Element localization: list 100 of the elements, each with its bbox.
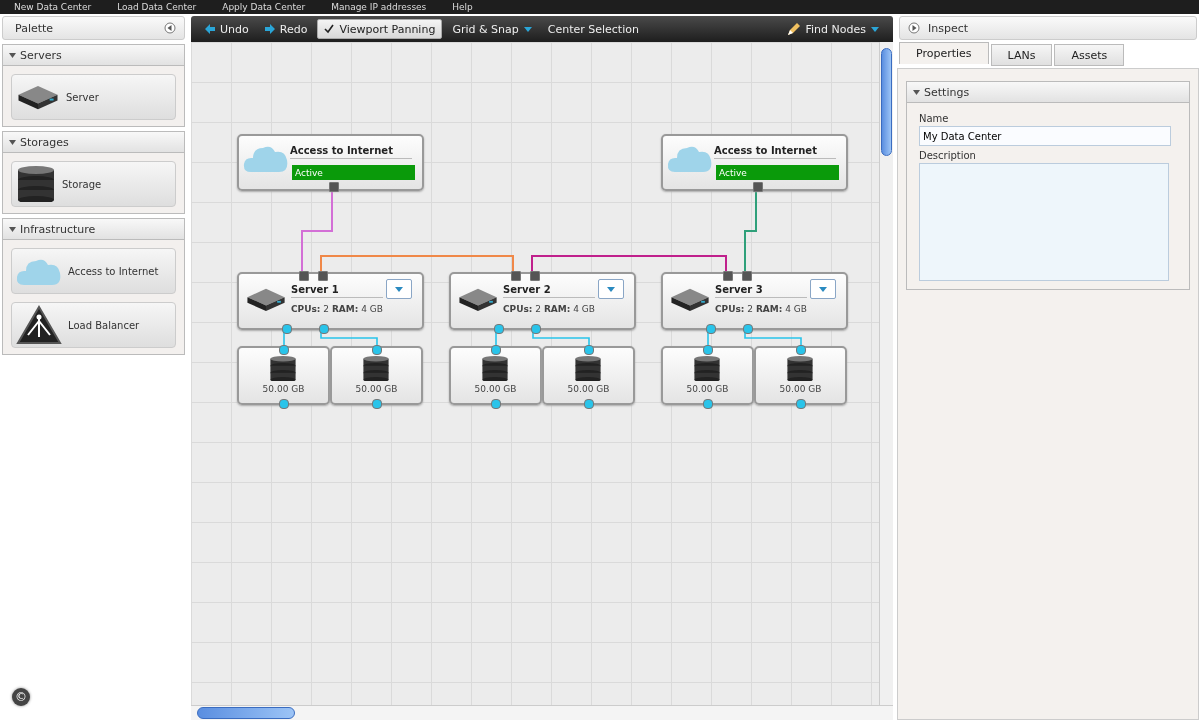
vertical-scrollbar[interactable] <box>879 42 893 705</box>
port-icon[interactable] <box>796 399 806 409</box>
section-header[interactable]: Storages <box>3 132 184 153</box>
section-header[interactable]: Servers <box>3 45 184 66</box>
right-arrow-icon <box>264 24 275 34</box>
storage-icon <box>269 356 297 382</box>
tab[interactable]: Assets <box>1054 44 1125 66</box>
check-icon <box>324 24 335 34</box>
port-icon[interactable] <box>279 399 289 409</box>
panel-title: Inspect <box>928 21 969 35</box>
horizontal-scrollbar[interactable] <box>191 705 893 720</box>
port-icon[interactable] <box>584 345 594 355</box>
internet-node[interactable]: Access to Internet Active <box>237 134 424 191</box>
field-label: Description <box>919 150 977 161</box>
port-icon[interactable] <box>703 345 713 355</box>
section-header[interactable]: Settings <box>907 82 1189 103</box>
storage-icon <box>362 356 390 382</box>
storage-size: 50.00 GB <box>778 384 823 394</box>
storage-icon <box>786 356 814 382</box>
expand-icon[interactable] <box>908 22 920 34</box>
port-icon[interactable] <box>796 345 806 355</box>
expand-icon <box>9 52 16 58</box>
menu-item[interactable]: Manage IP addresses <box>331 2 427 12</box>
toolbar-button[interactable]: Viewport Panning <box>317 19 443 39</box>
warning-arrows-icon <box>16 305 62 345</box>
storage-icon <box>16 166 56 202</box>
port-icon[interactable] <box>491 345 501 355</box>
storage-size: 50.00 GB <box>354 384 399 394</box>
port-icon[interactable] <box>491 399 501 409</box>
caret-icon <box>871 26 879 32</box>
caret-icon <box>819 286 827 292</box>
node-title: Access to Internet <box>714 145 836 159</box>
tab[interactable]: Properties <box>899 42 989 64</box>
port-icon[interactable] <box>319 324 329 334</box>
caret-icon <box>523 26 532 32</box>
section-title: Infrastructure <box>20 222 96 236</box>
port-icon[interactable] <box>329 182 339 192</box>
toolbar-button[interactable]: Find Nodes <box>780 19 885 39</box>
port-icon[interactable] <box>494 324 504 334</box>
server-specs: CPUs: 2 RAM: 4 GB <box>291 304 383 314</box>
port-icon[interactable] <box>279 345 289 355</box>
section-title: Servers <box>20 48 62 62</box>
palette-item[interactable]: Access to Internet <box>11 248 176 294</box>
toolbar-button[interactable]: Center Selection <box>541 19 645 39</box>
status-bar: Active <box>716 165 839 180</box>
status-bar: Active <box>292 165 415 180</box>
port-icon[interactable] <box>372 345 382 355</box>
port-icon[interactable] <box>584 399 594 409</box>
section-header[interactable]: Infrastructure <box>3 219 184 240</box>
expand-icon <box>9 139 16 145</box>
palette-item[interactable]: Storage <box>11 161 176 207</box>
storage-icon <box>693 356 721 382</box>
name-field[interactable]: My Data Center <box>919 126 1171 146</box>
section-title: Settings <box>924 85 970 99</box>
port-icon[interactable] <box>706 324 716 334</box>
storage-size: 50.00 GB <box>261 384 306 394</box>
port-icon[interactable] <box>753 182 763 192</box>
port-icon[interactable] <box>282 324 292 334</box>
panel-title: Palette <box>15 21 54 35</box>
caret-icon <box>607 286 615 292</box>
toolbar-button[interactable]: Grid & Snap <box>446 19 538 39</box>
section-title: Storages <box>20 135 69 149</box>
toolbar-button[interactable]: Undo <box>199 19 255 39</box>
storage-size: 50.00 GB <box>473 384 518 394</box>
server-icon <box>245 286 287 313</box>
port-icon[interactable] <box>703 399 713 409</box>
copyright-badge: © <box>12 688 30 706</box>
port-icon[interactable] <box>531 324 541 334</box>
caret-icon <box>395 286 403 292</box>
storage-size: 50.00 GB <box>685 384 730 394</box>
expand-icon <box>9 226 16 232</box>
server-specs: CPUs: 2 RAM: 4 GB <box>503 304 595 314</box>
palette-item[interactable]: Load Balancer <box>11 302 176 348</box>
dropdown-button[interactable] <box>810 279 836 299</box>
internet-node[interactable]: Access to Internet Active <box>661 134 848 191</box>
dropdown-button[interactable] <box>386 279 412 299</box>
node-title: Access to Internet <box>290 145 412 159</box>
menu-item[interactable]: Load Data Center <box>117 2 197 12</box>
node-title: Server 2 <box>503 284 595 298</box>
server-icon <box>669 286 711 313</box>
menu-item[interactable]: Apply Data Center <box>222 2 306 12</box>
server-icon <box>457 286 499 313</box>
description-field[interactable] <box>919 163 1169 281</box>
palette-item[interactable]: Server <box>11 74 176 120</box>
server-specs: CPUs: 2 RAM: 4 GB <box>715 304 807 314</box>
storage-icon <box>481 356 509 382</box>
port-icon[interactable] <box>743 324 753 334</box>
collapse-icon[interactable] <box>164 22 176 34</box>
left-arrow-icon <box>205 24 215 34</box>
field-label: Name <box>919 113 950 124</box>
tab[interactable]: LANs <box>990 44 1053 66</box>
server-icon <box>16 83 60 111</box>
toolbar-button[interactable]: Redo <box>258 19 314 39</box>
menu-item[interactable]: New Data Center <box>14 2 92 12</box>
dropdown-button[interactable] <box>598 279 624 299</box>
menu-item[interactable]: Help <box>452 2 473 12</box>
port-icon[interactable] <box>372 399 382 409</box>
node-title: Server 3 <box>715 284 807 298</box>
storage-size: 50.00 GB <box>566 384 611 394</box>
expand-icon <box>913 89 920 95</box>
